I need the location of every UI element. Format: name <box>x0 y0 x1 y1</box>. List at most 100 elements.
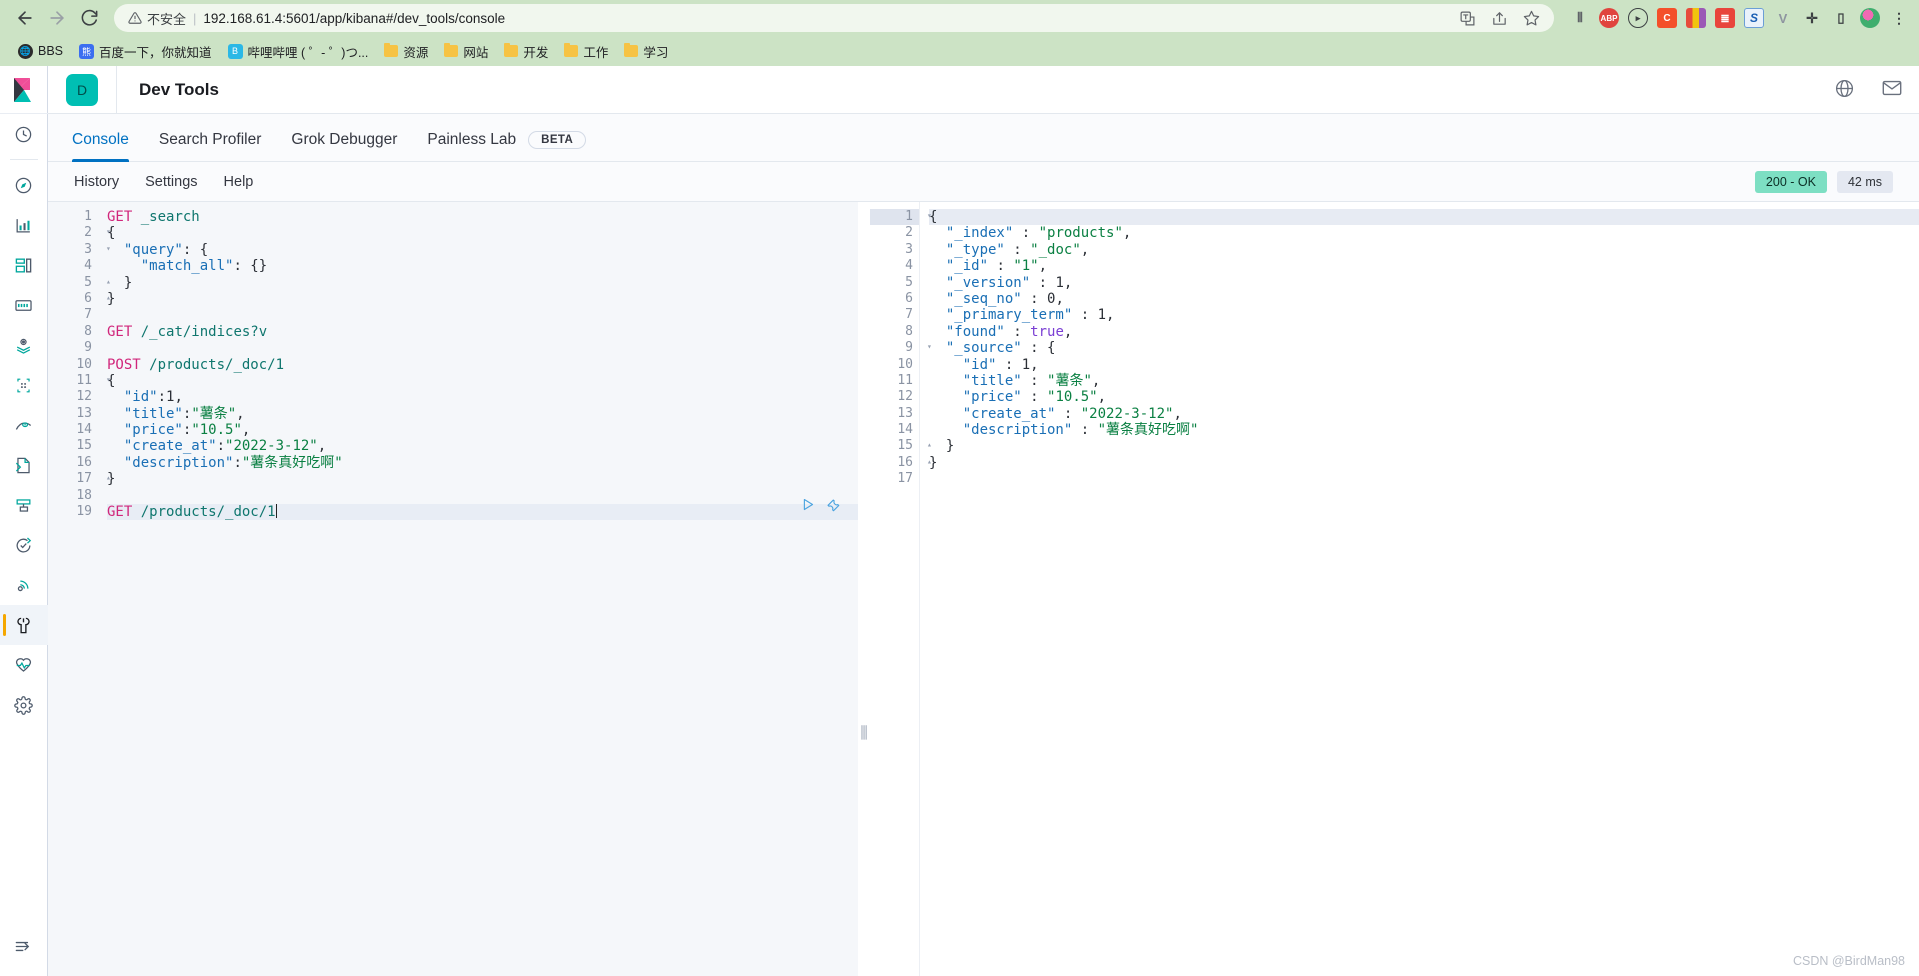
sidebar-item-infrastructure[interactable] <box>0 405 48 445</box>
history-button[interactable]: History <box>74 174 119 190</box>
editor-splitter[interactable]: ⫼ <box>858 202 870 976</box>
colorpicker-icon[interactable] <box>1686 8 1706 28</box>
sidebar-item-siem[interactable] <box>0 565 48 605</box>
code-line[interactable]: "price" : "10.5", <box>929 389 1919 405</box>
chrome-menu-icon[interactable]: ⋮ <box>1889 8 1909 28</box>
code-line[interactable]: } <box>107 471 858 487</box>
code-line[interactable]: } <box>107 275 858 291</box>
kibana-logo-icon[interactable] <box>0 66 48 114</box>
code-line[interactable]: "_source" : { <box>929 340 1919 356</box>
bookmark-folder[interactable]: 网站 <box>438 39 494 64</box>
bookmark-folder[interactable]: 工作 <box>558 39 614 64</box>
tab-search-profiler[interactable]: Search Profiler <box>159 131 262 161</box>
sidebar-item-uptime[interactable] <box>0 525 48 565</box>
request-code-area[interactable]: 12▾3▾45▴6▴7891011▾121314151617▴1819 GET … <box>48 202 858 976</box>
code-line[interactable]: "_index" : "products", <box>929 225 1919 241</box>
code-line[interactable]: { <box>107 373 858 389</box>
response-code-area[interactable]: 1▾23456789▾101112131415▴16▴17 { "_index"… <box>870 202 1919 976</box>
tab-painless-lab[interactable]: Painless Lab BETA <box>427 131 587 161</box>
code-line[interactable]: "query": { <box>107 242 858 258</box>
sidebar-collapse-arrow-icon[interactable] <box>0 926 48 966</box>
code-line[interactable]: "_id" : "1", <box>929 258 1919 274</box>
code-line[interactable]: "id" : 1, <box>929 357 1919 373</box>
sidebar-item-machine-learning[interactable] <box>0 365 48 405</box>
c-extension-icon[interactable]: C <box>1657 8 1677 28</box>
notes-icon[interactable]: ≣ <box>1715 8 1735 28</box>
code-line[interactable]: "create_at" : "2022-3-12", <box>929 406 1919 422</box>
code-line[interactable]: { <box>929 209 1919 226</box>
request-editor[interactable]: 12▾3▾45▴6▴7891011▾121314151617▴1819 GET … <box>48 202 858 976</box>
tab-grok-debugger[interactable]: Grok Debugger <box>291 131 397 161</box>
code-line[interactable]: GET /products/_doc/1 <box>107 504 858 521</box>
code-line[interactable] <box>929 471 1919 487</box>
puzzle-extensions-icon[interactable]: ✛ <box>1802 8 1822 28</box>
reader-mode-icon[interactable]: ⦀ <box>1570 8 1590 28</box>
bookmark-folder[interactable]: 资源 <box>378 39 434 64</box>
code-line[interactable]: "_type" : "_doc", <box>929 242 1919 258</box>
code-line[interactable]: "id":1, <box>107 389 858 405</box>
sidebar-item-logs[interactable] <box>0 445 48 485</box>
play-triangle-icon[interactable] <box>800 497 815 512</box>
v-extension-icon[interactable]: V <box>1773 8 1793 28</box>
sidepanel-icon[interactable]: ▯ <box>1831 8 1851 28</box>
bookmark-folder[interactable]: 开发 <box>498 39 554 64</box>
translate-icon[interactable] <box>1458 9 1476 27</box>
bookmark-folder[interactable]: 学习 <box>618 39 674 64</box>
response-code-lines[interactable]: { "_index" : "products", "_type" : "_doc… <box>920 202 1919 976</box>
sidebar-item-visualize[interactable] <box>0 205 48 245</box>
s-extension-icon[interactable]: S <box>1744 8 1764 28</box>
code-line[interactable] <box>107 340 858 356</box>
avatar[interactable]: D <box>66 73 98 106</box>
request-code-lines[interactable]: GET _search{ "query": { "match_all": {} … <box>98 202 858 976</box>
sidebar-item-dashboard[interactable] <box>0 245 48 285</box>
sidebar-item-dev-tools[interactable] <box>0 605 48 645</box>
code-line[interactable]: "_version" : 1, <box>929 275 1919 291</box>
code-line[interactable]: "match_all": {} <box>107 258 858 274</box>
code-line[interactable]: "_seq_no" : 0, <box>929 291 1919 307</box>
code-line[interactable]: POST /products/_doc/1 <box>107 357 858 373</box>
code-line[interactable]: "price":"10.5", <box>107 422 858 438</box>
code-line[interactable]: GET /_cat/indices?v <box>107 324 858 340</box>
code-line[interactable] <box>107 307 858 323</box>
back-icon[interactable] <box>10 3 40 33</box>
code-line[interactable]: { <box>107 225 858 241</box>
code-line[interactable]: } <box>929 455 1919 471</box>
code-line[interactable]: "description" : "薯条真好吃啊" <box>929 422 1919 438</box>
bookmark-star-icon[interactable] <box>1522 9 1540 27</box>
code-line[interactable]: "title" : "薯条", <box>929 373 1919 389</box>
reload-icon[interactable] <box>74 3 104 33</box>
adblock-plus-icon[interactable]: ABP <box>1599 8 1619 28</box>
help-button[interactable]: Help <box>224 174 254 190</box>
sidebar-item-recently-viewed[interactable] <box>0 114 48 154</box>
bookmark-item[interactable]: 🌐 BBS <box>12 41 69 62</box>
sidebar-item-apm[interactable] <box>0 485 48 525</box>
code-line[interactable]: "_primary_term" : 1, <box>929 307 1919 323</box>
code-line[interactable]: GET _search <box>107 209 858 225</box>
address-bar[interactable]: 不安全 | 192.168.61.4:5601/app/kibana#/dev_… <box>114 4 1554 32</box>
settings-button[interactable]: Settings <box>145 174 197 190</box>
code-line[interactable]: "found" : true, <box>929 324 1919 340</box>
profile-avatar-icon[interactable] <box>1860 8 1880 28</box>
code-line[interactable]: } <box>929 438 1919 454</box>
code-line[interactable]: "create_at":"2022-3-12", <box>107 438 858 454</box>
code-line[interactable]: "title":"薯条", <box>107 406 858 422</box>
line-number: 1▾ <box>870 209 932 226</box>
bookmark-item[interactable]: B 哔哩哔哩 ( ゜- ゜)つ... <box>222 39 375 64</box>
forward-icon[interactable] <box>42 3 72 33</box>
code-line[interactable] <box>107 488 858 504</box>
response-editor[interactable]: 1▾23456789▾101112131415▴16▴17 { "_index"… <box>870 202 1919 976</box>
code-line[interactable]: "description":"薯条真好吃啊" <box>107 455 858 471</box>
code-line[interactable]: } <box>107 291 858 307</box>
wrench-icon[interactable] <box>825 497 840 512</box>
bookmark-item[interactable]: 熊 百度一下，你就知道 <box>73 39 218 64</box>
sidebar-item-discover[interactable] <box>0 165 48 205</box>
sidebar-item-monitoring[interactable] <box>0 645 48 685</box>
sidebar-item-management[interactable] <box>0 685 48 725</box>
mail-icon[interactable] <box>1881 77 1903 102</box>
sidebar-item-maps[interactable] <box>0 325 48 365</box>
media-play-icon[interactable]: ▸ <box>1628 8 1648 28</box>
tab-console[interactable]: Console <box>72 131 129 162</box>
help-globe-icon[interactable] <box>1834 78 1855 102</box>
sidebar-item-canvas[interactable] <box>0 285 48 325</box>
share-icon[interactable] <box>1490 9 1508 27</box>
